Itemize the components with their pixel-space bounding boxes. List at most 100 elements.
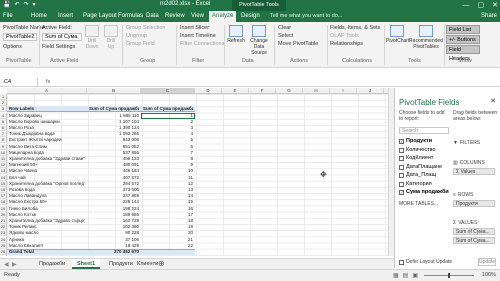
field-settings-button[interactable]: Field Settings	[42, 44, 75, 50]
row-header-1[interactable]: 1	[0, 94, 7, 100]
pivot-value-cell[interactable]: 1 390 124	[89, 125, 139, 131]
pivot-rank-cell[interactable]: 4	[143, 131, 193, 137]
maximize-icon[interactable]: ▢	[478, 0, 485, 11]
recommended-pivottables-button[interactable]: Recommended PivotTables	[409, 25, 443, 50]
pivot-row-label[interactable]: Масло Здравец	[9, 113, 85, 119]
pivot-value-cell[interactable]: 18 429	[89, 243, 139, 249]
pivot-value-cell[interactable]: 102 380	[89, 224, 139, 230]
row-header-14[interactable]: 14	[0, 174, 7, 181]
worksheet-grid[interactable]: ABCDEFGHIJKLMN12345678910111213141516171…	[0, 88, 388, 256]
sheet-tab-sales[interactable]: Продажби	[34, 259, 70, 269]
row-header-18[interactable]: 18	[0, 199, 7, 206]
row-header-4[interactable]: 4	[0, 112, 7, 119]
fx-icon[interactable]: fx	[46, 78, 50, 86]
row-header-13[interactable]: 13	[0, 168, 7, 175]
pivot-value-cell[interactable]: 851 052	[89, 144, 139, 150]
tab-design[interactable]: Design	[238, 11, 263, 22]
close-icon[interactable]: ✕	[492, 0, 498, 11]
tell-me-search[interactable]: Tell me what you want to do...	[270, 11, 342, 22]
fields-items-sets-button[interactable]: Fields, Items, & Sets	[330, 25, 380, 31]
pivot-rank-cell[interactable]: 19	[143, 224, 193, 230]
column-header-c[interactable]: C	[141, 88, 195, 94]
pivot-header-cell[interactable]: Sum of Сума продажби	[89, 106, 139, 112]
zoom-level[interactable]: 100%	[482, 272, 496, 278]
pivot-rank-cell[interactable]: 22	[143, 243, 193, 249]
field-item[interactable]: Количество	[399, 147, 436, 154]
pivot-row-label[interactable]: Хранителна добавка "Здраво сърце"	[9, 218, 85, 224]
row-header-19[interactable]: 19	[0, 205, 7, 212]
field-list-toggle[interactable]: Field List	[446, 25, 480, 34]
pivot-row-label[interactable]: Тоник Релакс	[9, 224, 85, 230]
column-header-d[interactable]: D	[195, 88, 222, 94]
values-chip-1[interactable]: Sum of Сума...	[453, 228, 495, 235]
pivot-value-cell[interactable]: 394 572	[89, 181, 139, 187]
field-checkbox[interactable]: ✓	[399, 190, 404, 195]
pivot-rank-cell[interactable]: 5	[143, 137, 193, 143]
row-header-9[interactable]: 9	[0, 143, 7, 150]
prev-sheet-icon[interactable]: ◀	[4, 261, 9, 268]
pivot-row-label[interactable]: Хранителна добавка "Орлов поглед"	[9, 181, 85, 187]
pivot-row-label[interactable]: Масло Чаена	[9, 168, 85, 174]
field-checkbox[interactable]: ✓	[399, 139, 404, 144]
column-header-i[interactable]: I	[330, 88, 357, 94]
row-header-2[interactable]: 2	[0, 100, 7, 107]
pivot-row-label[interactable]: Масло Борово шишарки	[9, 119, 85, 125]
tab-review[interactable]: Review	[162, 11, 188, 22]
values-chip-2[interactable]: Sum of Сума...	[453, 237, 495, 244]
zoom-slider-thumb[interactable]	[448, 273, 450, 278]
pivot-value-cell[interactable]: 1 107 104	[89, 119, 139, 125]
pivot-rank-cell[interactable]: 10	[143, 168, 193, 174]
pivot-row-label[interactable]: Масло Евкалипт	[9, 243, 85, 249]
pivot-value-cell[interactable]: 496 133	[89, 156, 139, 162]
row-header-8[interactable]: 8	[0, 137, 7, 144]
select-button[interactable]: Select	[278, 33, 293, 39]
pivot-row-label[interactable]: Екстракт Жълти чародеи	[9, 137, 85, 143]
sheet-tab-sheet1[interactable]: Sheet1	[72, 259, 101, 269]
pivot-row-label[interactable]: Мицеларна вода	[9, 150, 85, 156]
defer-layout-update[interactable]: Defer Layout Update	[399, 259, 452, 265]
row-header-21[interactable]: 21	[0, 218, 7, 224]
page-layout-view-icon[interactable]: ▤	[403, 272, 409, 279]
pivot-row-label[interactable]: Тоник Дъждовна вода	[9, 131, 85, 137]
row-header-11[interactable]: 11	[0, 156, 7, 162]
pivot-rank-cell[interactable]: 16	[143, 206, 193, 212]
pivot-rank-cell[interactable]: 15	[143, 199, 193, 205]
pivot-rank-cell[interactable]: 9	[143, 162, 193, 168]
field-checkbox[interactable]	[399, 147, 404, 153]
redo-icon[interactable]: ↷	[24, 1, 29, 8]
grand-total-value[interactable]: 270 452 670	[89, 249, 139, 255]
row-header-6[interactable]: 6	[0, 125, 7, 131]
field-checkbox[interactable]	[399, 164, 404, 170]
name-box[interactable]: C4	[2, 78, 38, 86]
pivot-value-cell[interactable]: 407 572	[89, 175, 139, 181]
pivot-rank-cell[interactable]: 6	[143, 144, 193, 150]
row-header-12[interactable]: 12	[0, 162, 7, 169]
pivot-value-cell[interactable]: 198 224	[89, 206, 139, 212]
column-header-b[interactable]: B	[87, 88, 141, 94]
tab-page-layout[interactable]: Page Layout	[80, 11, 120, 22]
defer-checkbox[interactable]	[399, 259, 404, 265]
pivottable-name-input[interactable]: PivotTable2	[3, 33, 37, 41]
field-item[interactable]: КодКлиент	[399, 155, 433, 162]
active-field-input[interactable]: Sum of Сума про	[42, 33, 82, 41]
save-icon[interactable]: 💾	[3, 1, 10, 8]
insert-slicer-button[interactable]: Insert Slicer	[180, 25, 209, 31]
row-header-3[interactable]: 3	[0, 106, 7, 113]
row-header-20[interactable]: 20	[0, 211, 7, 218]
pivot-row-label[interactable]: Масло Екстра 50+	[9, 199, 85, 205]
row-header-23[interactable]: 23	[0, 230, 7, 237]
minimize-icon[interactable]: —	[463, 0, 470, 11]
row-header-25[interactable]: 25	[0, 242, 7, 249]
pivot-value-cell[interactable]: 480 091	[89, 162, 139, 168]
row-header-24[interactable]: 24	[0, 236, 7, 243]
row-header-26[interactable]: 26	[0, 249, 7, 255]
pivot-value-cell[interactable]: 189 956	[89, 212, 139, 218]
pivot-row-label[interactable]: Магнезий 50+	[9, 162, 85, 168]
pivot-row-label[interactable]: Масло Котън	[9, 212, 85, 218]
refresh-button[interactable]: Refresh	[227, 25, 245, 44]
pivot-row-label[interactable]: Хранителна добавка "Здрави стави"	[9, 156, 85, 162]
insert-timeline-button[interactable]: Insert Timeline	[180, 33, 216, 39]
pivot-row-label[interactable]: Бял чай	[9, 175, 85, 181]
pivot-value-cell[interactable]: 537 856	[89, 150, 139, 156]
options-button[interactable]: Options	[3, 44, 22, 50]
